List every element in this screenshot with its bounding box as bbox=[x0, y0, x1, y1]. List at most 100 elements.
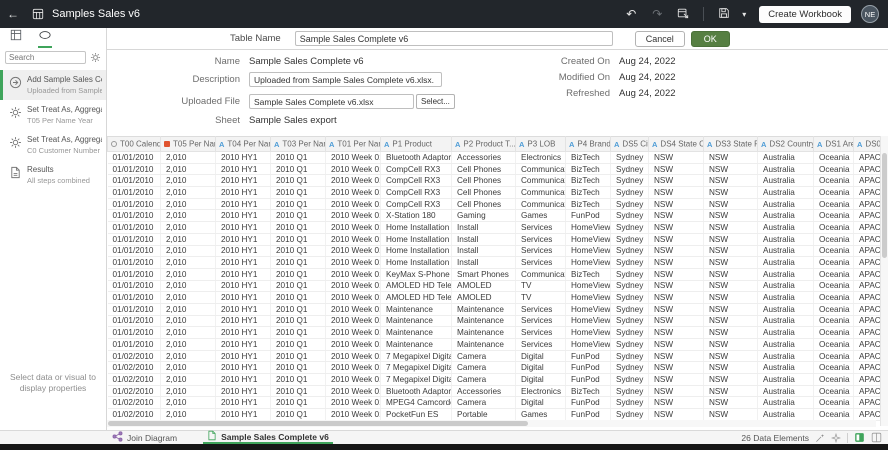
wand-icon[interactable] bbox=[815, 433, 825, 443]
chevron-down-icon: ▾ bbox=[742, 10, 746, 19]
table-row[interactable]: 01/01/20102,0102010 HY12010 Q12010 Week … bbox=[108, 245, 885, 257]
table-cell: Australia bbox=[758, 327, 814, 339]
table-row[interactable]: 01/01/20102,0102010 HY12010 Q12010 Week … bbox=[108, 222, 885, 234]
grid-view-icon[interactable] bbox=[871, 432, 882, 443]
table-row[interactable]: 01/01/20102,0102010 HY12010 Q12010 Week … bbox=[108, 257, 885, 269]
join-diagram-button[interactable]: Join Diagram bbox=[112, 431, 177, 444]
table-row[interactable]: 01/02/20102,0102010 HY12010 Q12010 Week … bbox=[108, 409, 885, 421]
redo-button[interactable]: ↷ bbox=[644, 1, 670, 27]
text-type-icon: A bbox=[817, 141, 822, 148]
create-workbook-button[interactable]: Create Workbook bbox=[759, 6, 851, 23]
table-cell: Australia bbox=[758, 198, 814, 210]
table-row[interactable]: 01/02/20102,0102010 HY12010 Q12010 Week … bbox=[108, 397, 885, 409]
table-row[interactable]: 01/01/20102,0102010 HY12010 Q12010 Week … bbox=[108, 187, 885, 199]
column-header[interactable]: ADS4 State Code bbox=[649, 137, 704, 152]
table-row[interactable]: 01/01/20102,0102010 HY12010 Q12010 Week … bbox=[108, 163, 885, 175]
table-row[interactable]: 01/01/20102,0102010 HY12010 Q12010 Week … bbox=[108, 292, 885, 304]
table-row[interactable]: 01/01/20102,0102010 HY12010 Q12010 Week … bbox=[108, 280, 885, 292]
table-cell: 2,010 bbox=[161, 292, 216, 304]
table-row[interactable]: 01/02/20102,0102010 HY12010 Q12010 Week … bbox=[108, 385, 885, 397]
tab-data-preview[interactable] bbox=[38, 28, 52, 48]
table-cell: Services bbox=[516, 233, 566, 245]
table-row[interactable]: 01/01/20102,0102010 HY12010 Q12010 Week … bbox=[108, 233, 885, 245]
card-view-icon[interactable] bbox=[854, 432, 865, 443]
description-input[interactable] bbox=[249, 72, 442, 87]
avatar[interactable]: NE bbox=[861, 5, 879, 23]
back-button[interactable]: ← bbox=[0, 1, 26, 27]
sidebar-step[interactable]: Add Sample Sales Compl...Uploaded from S… bbox=[0, 70, 106, 100]
table-row[interactable]: 01/01/20102,0102010 HY12010 Q12010 Week … bbox=[108, 339, 885, 351]
column-header[interactable]: ADS5 City bbox=[611, 137, 649, 152]
column-header[interactable]: AT04 Per Nam... bbox=[216, 137, 271, 152]
table-file-icon bbox=[207, 430, 217, 443]
vertical-scrollbar-thumb[interactable] bbox=[882, 153, 887, 258]
data-elements-count: 26 Data Elements bbox=[741, 433, 809, 443]
table-cell: Digital bbox=[516, 350, 566, 362]
select-file-button[interactable]: Select... bbox=[416, 94, 455, 109]
table-row[interactable]: 01/01/20102,0102010 HY12010 Q12010 Week … bbox=[108, 268, 885, 280]
table-row[interactable]: 01/01/20102,0102010 HY12010 Q12010 Week … bbox=[108, 152, 885, 164]
table-header-row: T00 Calendar ...T05 Per Nam...AT04 Per N… bbox=[108, 137, 885, 152]
column-header[interactable]: AT01 Per Nam... bbox=[326, 137, 381, 152]
sidebar-step[interactable]: Set Treat As, AggregationT05 Per Name Ye… bbox=[0, 100, 106, 130]
table-row[interactable]: 01/01/20102,0102010 HY12010 Q12010 Week … bbox=[108, 303, 885, 315]
table-cell: Australia bbox=[758, 374, 814, 386]
table-cell: Smart Phones bbox=[452, 268, 516, 280]
table-cell: BizTech bbox=[566, 198, 611, 210]
cancel-button[interactable]: Cancel bbox=[635, 31, 685, 47]
column-header[interactable]: T00 Calendar ... bbox=[108, 137, 161, 152]
table-row[interactable]: 01/01/20102,0102010 HY12010 Q12010 Week … bbox=[108, 198, 885, 210]
horizontal-scrollbar[interactable] bbox=[107, 420, 876, 427]
table-cell: HomeView bbox=[566, 257, 611, 269]
column-header[interactable]: AP4 Brand bbox=[566, 137, 611, 152]
uploaded-file-input[interactable] bbox=[249, 94, 414, 109]
table-cell: 2,010 bbox=[161, 374, 216, 386]
sparkle-icon[interactable] bbox=[831, 433, 841, 443]
save-options-caret[interactable]: ▾ bbox=[737, 1, 751, 27]
table-row[interactable]: 01/01/20102,0102010 HY12010 Q12010 Week … bbox=[108, 327, 885, 339]
table-cell: MPEG4 Camcorder bbox=[381, 397, 452, 409]
grid-tab-icon bbox=[10, 28, 22, 46]
step-subtitle: All steps combined bbox=[27, 176, 90, 185]
details-form: Name Sample Sales Complete v6 Descriptio… bbox=[107, 50, 888, 136]
table-row[interactable]: 01/01/20102,0102010 HY12010 Q12010 Week … bbox=[108, 175, 885, 187]
table-row[interactable]: 01/01/20102,0102010 HY12010 Q12010 Week … bbox=[108, 210, 885, 222]
table-cell: 01/01/2010 bbox=[108, 175, 161, 187]
tab-model[interactable] bbox=[10, 28, 22, 48]
table-cell: 2010 Week 01 bbox=[326, 280, 381, 292]
preview-data-button[interactable] bbox=[670, 1, 696, 27]
settings-icon[interactable] bbox=[90, 52, 101, 63]
column-header[interactable]: AP3 LOB bbox=[516, 137, 566, 152]
ok-button[interactable]: OK bbox=[691, 31, 730, 47]
table-cell: Sydney bbox=[611, 257, 649, 269]
table-cell: 01/01/2010 bbox=[108, 233, 161, 245]
table-cell: NSW bbox=[649, 257, 704, 269]
sidebar-step[interactable]: ResultsAll steps combined bbox=[0, 160, 106, 190]
save-button[interactable] bbox=[711, 1, 737, 27]
search-input[interactable] bbox=[5, 51, 86, 64]
sidebar-step[interactable]: Set Treat As, AggregationC0 Customer Num… bbox=[0, 130, 106, 160]
text-type-icon: A bbox=[329, 141, 334, 148]
column-header[interactable]: ADS1 Area bbox=[814, 137, 854, 152]
column-header[interactable]: AT03 Per Nam... bbox=[271, 137, 326, 152]
column-header[interactable]: ADS3 State Pr... bbox=[704, 137, 758, 152]
active-table-tab[interactable]: Sample Sales Complete v6 bbox=[203, 431, 333, 444]
table-name-input[interactable] bbox=[295, 31, 613, 46]
table-cell: 01/01/2010 bbox=[108, 315, 161, 327]
bottombar-separator bbox=[847, 433, 848, 443]
undo-button[interactable]: ↶ bbox=[618, 1, 644, 27]
table-cell: NSW bbox=[704, 268, 758, 280]
table-row[interactable]: 01/02/20102,0102010 HY12010 Q12010 Week … bbox=[108, 374, 885, 386]
table-row[interactable]: 01/02/20102,0102010 HY12010 Q12010 Week … bbox=[108, 350, 885, 362]
column-header[interactable]: AP1 Product bbox=[381, 137, 452, 152]
column-header[interactable]: ADS2 Country ... bbox=[758, 137, 814, 152]
vertical-scrollbar[interactable] bbox=[880, 136, 888, 426]
table-row[interactable]: 01/01/20102,0102010 HY12010 Q12010 Week … bbox=[108, 315, 885, 327]
table-cell: 2010 Week 01 bbox=[326, 374, 381, 386]
column-header[interactable]: AP2 Product T... bbox=[452, 137, 516, 152]
screen-bottom-edge bbox=[0, 444, 888, 450]
table-cell: Oceania bbox=[814, 210, 854, 222]
horizontal-scrollbar-thumb[interactable] bbox=[108, 421, 528, 426]
column-header[interactable]: T05 Per Nam... bbox=[161, 137, 216, 152]
table-row[interactable]: 01/02/20102,0102010 HY12010 Q12010 Week … bbox=[108, 362, 885, 374]
